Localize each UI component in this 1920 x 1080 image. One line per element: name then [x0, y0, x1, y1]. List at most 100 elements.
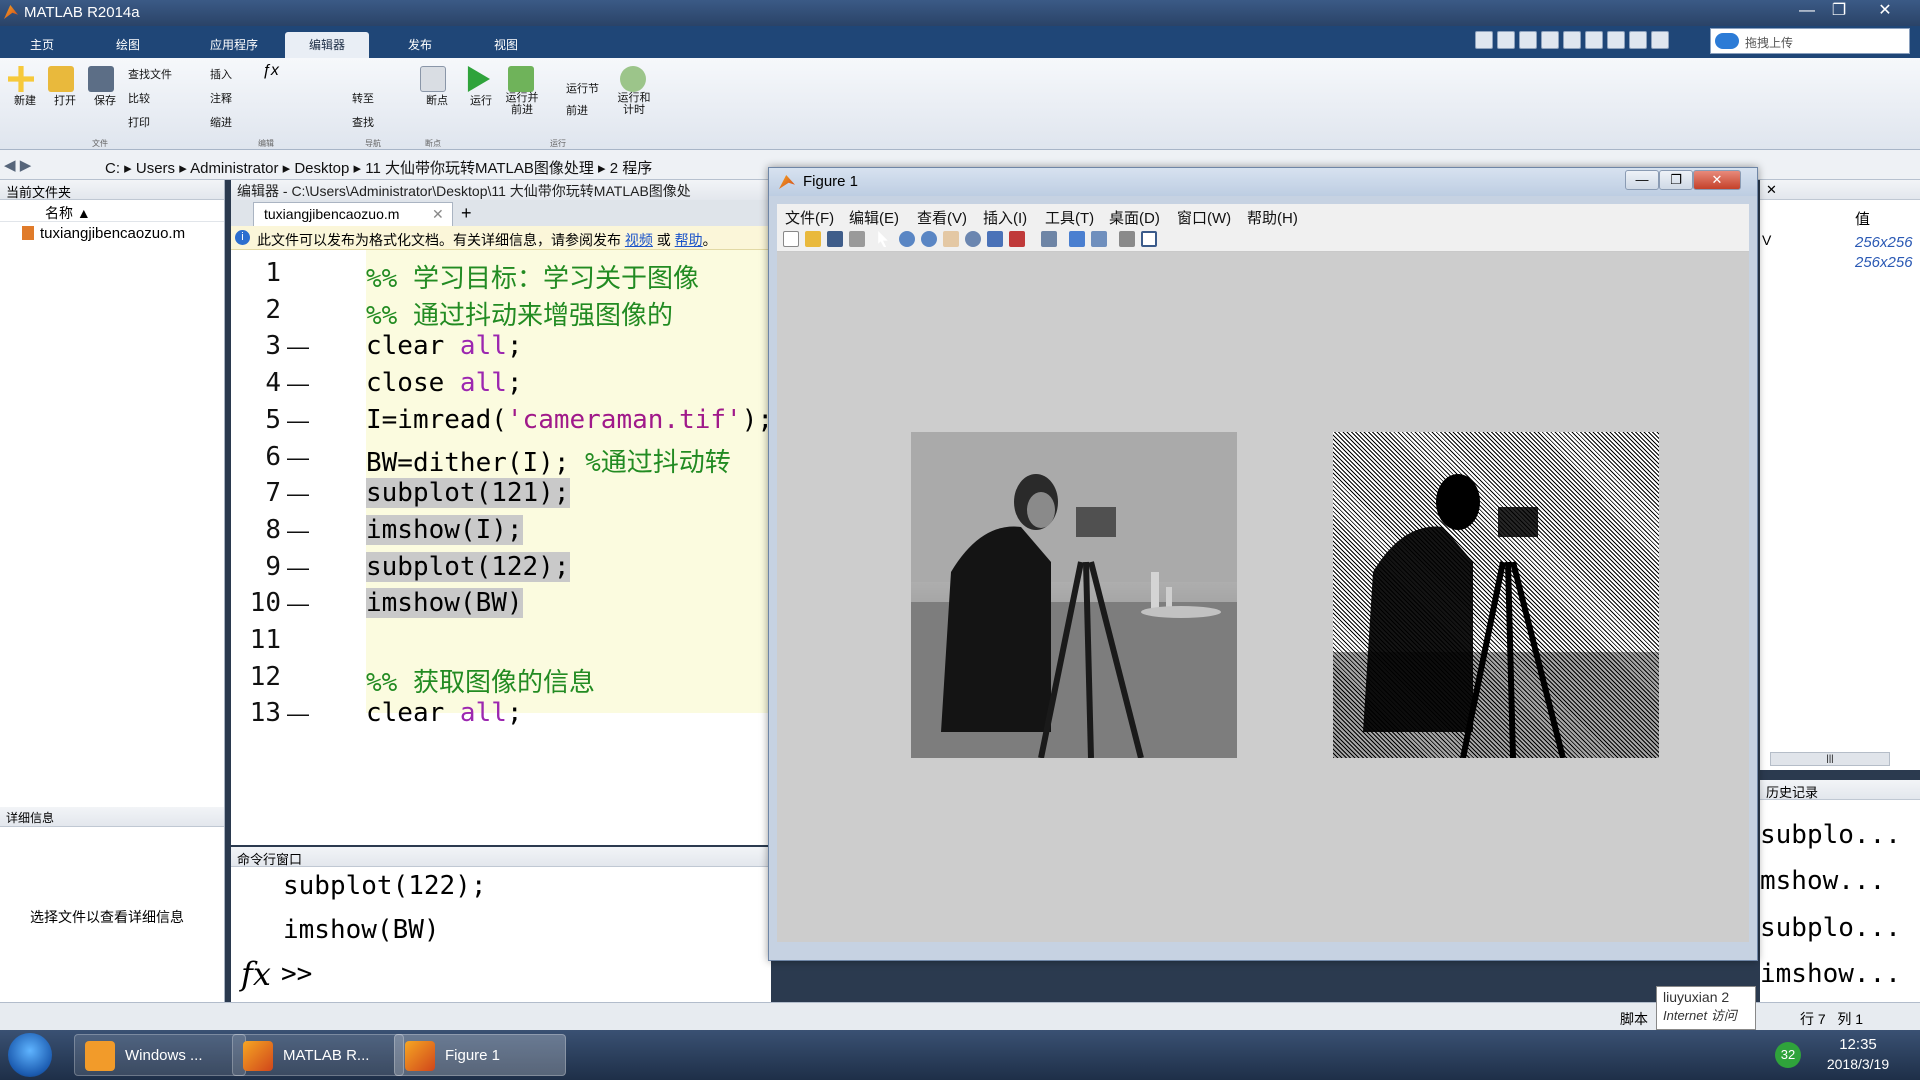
new-figure-icon[interactable]: [783, 231, 799, 247]
history-item[interactable]: subplo...: [1760, 913, 1901, 943]
details-header[interactable]: 详细信息: [0, 807, 224, 827]
code-line[interactable]: imshow(BW): [366, 588, 523, 619]
fx-icon[interactable]: fx: [241, 955, 271, 993]
line-number[interactable]: 12: [231, 662, 281, 692]
video-link[interactable]: 视频: [625, 232, 653, 248]
task-figure[interactable]: Figure 1: [394, 1034, 566, 1076]
line-number[interactable]: 13: [231, 698, 281, 728]
line-marker[interactable]: —: [287, 518, 309, 544]
tab-view[interactable]: 视图: [464, 32, 548, 58]
task-matlab[interactable]: MATLAB R...: [232, 1034, 404, 1076]
find-files-button[interactable]: 查找文件: [128, 66, 172, 82]
breadcrumb[interactable]: C: ▸ Users ▸ Administrator ▸ Desktop ▸ 1…: [105, 157, 652, 178]
link-plot-icon[interactable]: [1041, 231, 1057, 247]
history-item[interactable]: subplo...: [1760, 820, 1901, 850]
code-line[interactable]: subplot(122);: [366, 551, 570, 582]
new-tab-button[interactable]: +: [461, 203, 472, 224]
run-time-button[interactable]: 运行和 计时: [614, 66, 654, 116]
indent-button[interactable]: 缩进: [210, 114, 232, 130]
history-item[interactable]: imshow...: [1760, 959, 1901, 989]
breakpoints-button[interactable]: 断点: [420, 66, 454, 108]
menu-help[interactable]: 帮助(H): [1247, 207, 1298, 228]
run-button[interactable]: 运行: [464, 66, 498, 108]
code-line[interactable]: close all;: [366, 368, 523, 398]
line-number[interactable]: 11: [231, 625, 281, 655]
code-line[interactable]: %% 学习目标：学习关于图像: [366, 258, 699, 295]
tab-plots[interactable]: 绘图: [86, 32, 170, 58]
quick-copy-icon[interactable]: [1541, 31, 1559, 49]
quick-switch-icon[interactable]: [1629, 31, 1647, 49]
show-plot-tools-icon[interactable]: [1141, 231, 1157, 247]
figure-canvas[interactable]: [777, 252, 1749, 942]
line-number[interactable]: 8: [231, 515, 281, 545]
line-marker[interactable]: —: [287, 408, 309, 434]
save-figure-icon[interactable]: [827, 231, 843, 247]
data-cursor-icon[interactable]: [987, 231, 1003, 247]
tab-apps[interactable]: 应用程序: [184, 32, 284, 58]
minimize-button[interactable]: —: [1790, 0, 1824, 22]
line-number[interactable]: 9: [231, 552, 281, 582]
line-marker[interactable]: —: [287, 481, 309, 507]
line-number[interactable]: 5: [231, 405, 281, 435]
clock-date[interactable]: 2018/3/19: [1818, 1056, 1898, 1072]
save-button[interactable]: 保存: [88, 66, 122, 108]
code-line[interactable]: %% 通过抖动来增强图像的: [366, 295, 673, 332]
goto-button[interactable]: 转至: [352, 90, 374, 106]
legend-icon[interactable]: [1091, 231, 1107, 247]
line-marker[interactable]: —: [287, 334, 309, 360]
run-section-button[interactable]: 运行节: [566, 80, 599, 96]
figure-title-bar[interactable]: Figure 1 — ❐ ✕: [769, 168, 1757, 196]
edit-plot-arrow-icon[interactable]: [878, 231, 888, 247]
run-advance-button[interactable]: 运行并 前进: [502, 66, 542, 116]
value-column-header[interactable]: 值: [1855, 208, 1870, 229]
line-number[interactable]: 10: [231, 588, 281, 618]
line-marker[interactable]: —: [287, 371, 309, 397]
find-button[interactable]: 查找: [352, 114, 374, 130]
advance-button[interactable]: 前进: [566, 102, 588, 118]
colorbar-icon[interactable]: [1069, 231, 1085, 247]
figure-maximize-button[interactable]: ❐: [1659, 170, 1693, 190]
print-button[interactable]: 打印: [128, 114, 150, 130]
line-number[interactable]: 7: [231, 478, 281, 508]
menu-tools[interactable]: 工具(T): [1045, 207, 1094, 228]
line-marker[interactable]: —: [287, 445, 309, 471]
start-button-icon[interactable]: [8, 1033, 52, 1077]
quick-help-icon[interactable]: [1651, 31, 1669, 49]
menu-desktop[interactable]: 桌面(D): [1109, 207, 1160, 228]
brush-icon[interactable]: [1009, 231, 1025, 247]
close-button[interactable]: ✕: [1868, 0, 1902, 22]
help-link[interactable]: 帮助: [675, 232, 703, 248]
quick-cut-icon[interactable]: [1519, 31, 1537, 49]
line-marker[interactable]: —: [287, 701, 309, 727]
fx-icon[interactable]: ƒx: [262, 62, 279, 80]
task-windows-media[interactable]: Windows ...: [74, 1034, 246, 1076]
figure-minimize-button[interactable]: —: [1625, 170, 1659, 190]
print-figure-icon[interactable]: [849, 231, 865, 247]
quick-save-icon[interactable]: [1475, 31, 1493, 49]
rotate-3d-icon[interactable]: [965, 231, 981, 247]
insert-button[interactable]: 插入: [210, 66, 232, 82]
clock-time[interactable]: 12:35: [1818, 1036, 1898, 1053]
comment-button[interactable]: 注释: [210, 90, 232, 106]
code-line[interactable]: %% 获取图像的信息: [366, 662, 595, 699]
notification-badge[interactable]: 32: [1775, 1042, 1801, 1068]
horizontal-scrollbar[interactable]: |||: [1770, 752, 1890, 766]
pan-hand-icon[interactable]: [943, 231, 959, 247]
compare-button[interactable]: 比较: [128, 90, 150, 106]
tab-publish[interactable]: 发布: [378, 32, 462, 58]
back-forward-icon[interactable]: ◀ ▶: [4, 156, 31, 174]
close-tab-icon[interactable]: ✕: [432, 206, 444, 223]
zoom-out-icon[interactable]: [921, 231, 937, 247]
quick-paste-icon[interactable]: [1563, 31, 1581, 49]
column-name-header[interactable]: 名称 ▲: [0, 200, 224, 222]
line-number[interactable]: 1: [231, 258, 281, 288]
menu-edit[interactable]: 编辑(E): [849, 207, 899, 228]
line-number[interactable]: 2: [231, 295, 281, 325]
quick-redo-icon[interactable]: [1607, 31, 1625, 49]
code-line[interactable]: clear all;: [366, 698, 523, 728]
code-line[interactable]: imshow(I);: [366, 514, 523, 545]
code-area[interactable]: 1%% 学习目标：学习关于图像 2 %% 通过抖动来增强图像的 3— clear al…: [231, 250, 771, 845]
figure-window[interactable]: Figure 1 — ❐ ✕ 文件(F) 编辑(E) 查看(V) 插入(I) 工…: [768, 167, 1758, 961]
quick-disk-icon[interactable]: [1497, 31, 1515, 49]
line-marker[interactable]: —: [287, 591, 309, 617]
